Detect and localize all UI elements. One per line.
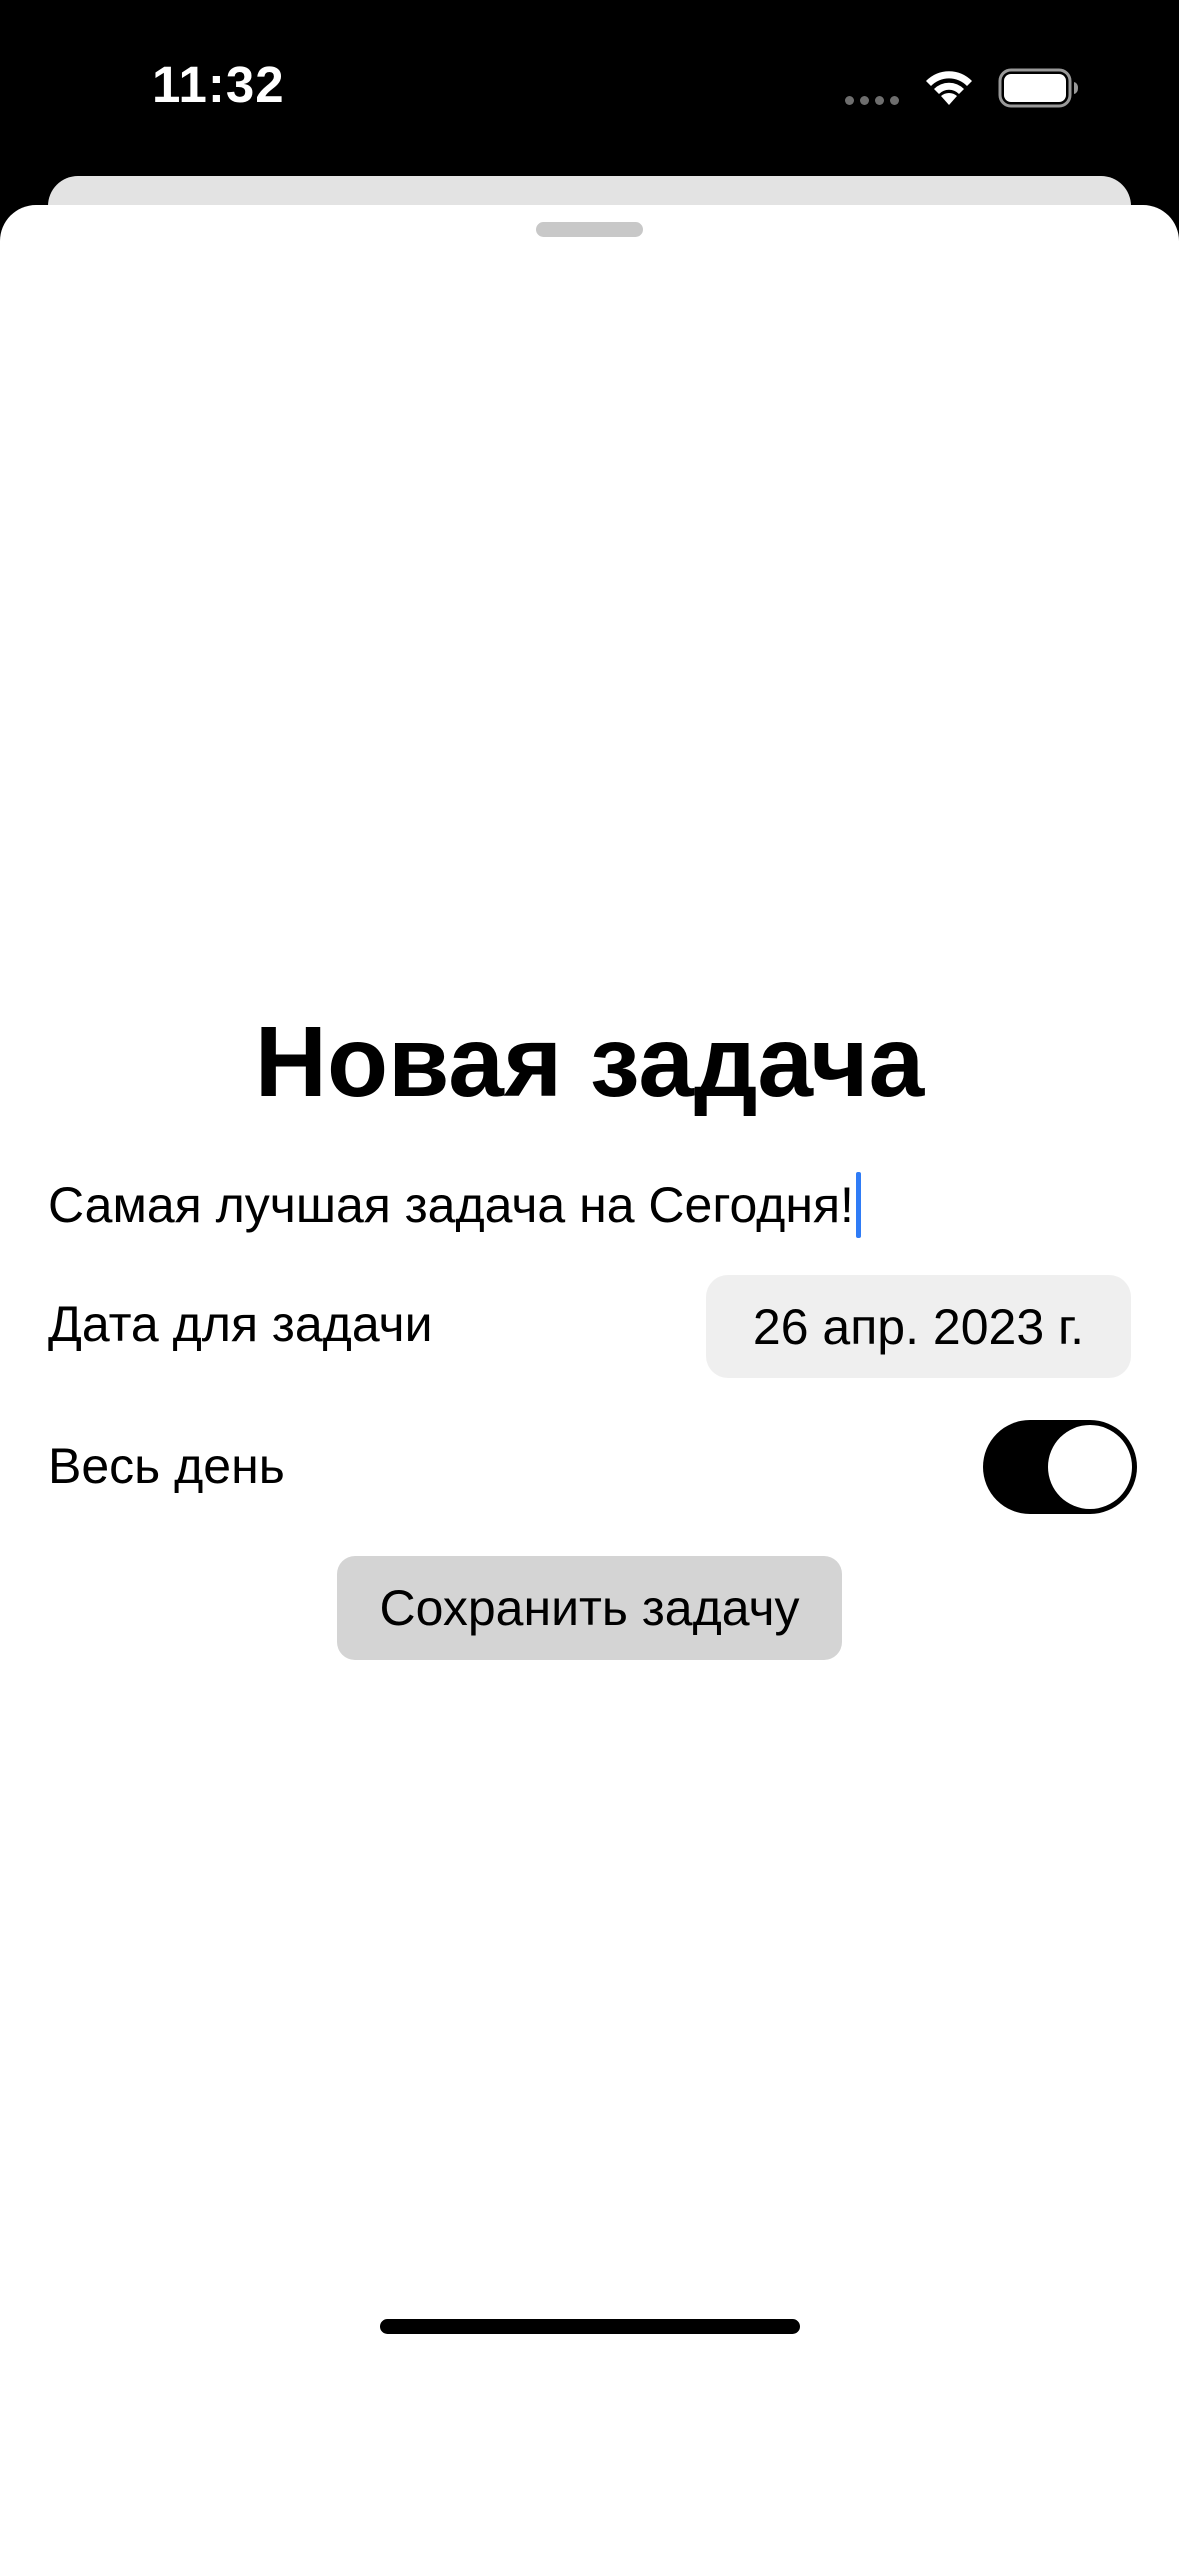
home-indicator[interactable] [380, 2319, 800, 2334]
sheet-grabber[interactable] [536, 222, 643, 237]
toggle-knob [1048, 1425, 1132, 1509]
battery-icon [998, 68, 1078, 108]
all-day-label: Весь день [48, 1438, 285, 1494]
date-label: Дата для задачи [48, 1296, 433, 1352]
new-task-sheet: Новая задача Самая лучшая задача на Сего… [0, 205, 1179, 2556]
page-title: Новая задача [254, 1006, 925, 1118]
signal-dots-icon [845, 96, 899, 105]
status-bar: 11:32 [0, 0, 1179, 175]
screen: 11:32 Новая задача Самая лучшая задача н… [0, 0, 1179, 2556]
task-title-input[interactable]: Самая лучшая задача на Сегодня! [48, 1165, 1131, 1245]
text-caret [855, 1172, 861, 1238]
task-title-value: Самая лучшая задача на Сегодня! [48, 1177, 854, 1233]
status-time: 11:32 [152, 56, 285, 113]
date-picker-button[interactable]: 26 апр. 2023 г. [706, 1275, 1131, 1378]
all-day-toggle[interactable] [983, 1420, 1137, 1514]
save-task-button[interactable]: Сохранить задачу [337, 1556, 842, 1660]
wifi-icon [926, 71, 972, 105]
